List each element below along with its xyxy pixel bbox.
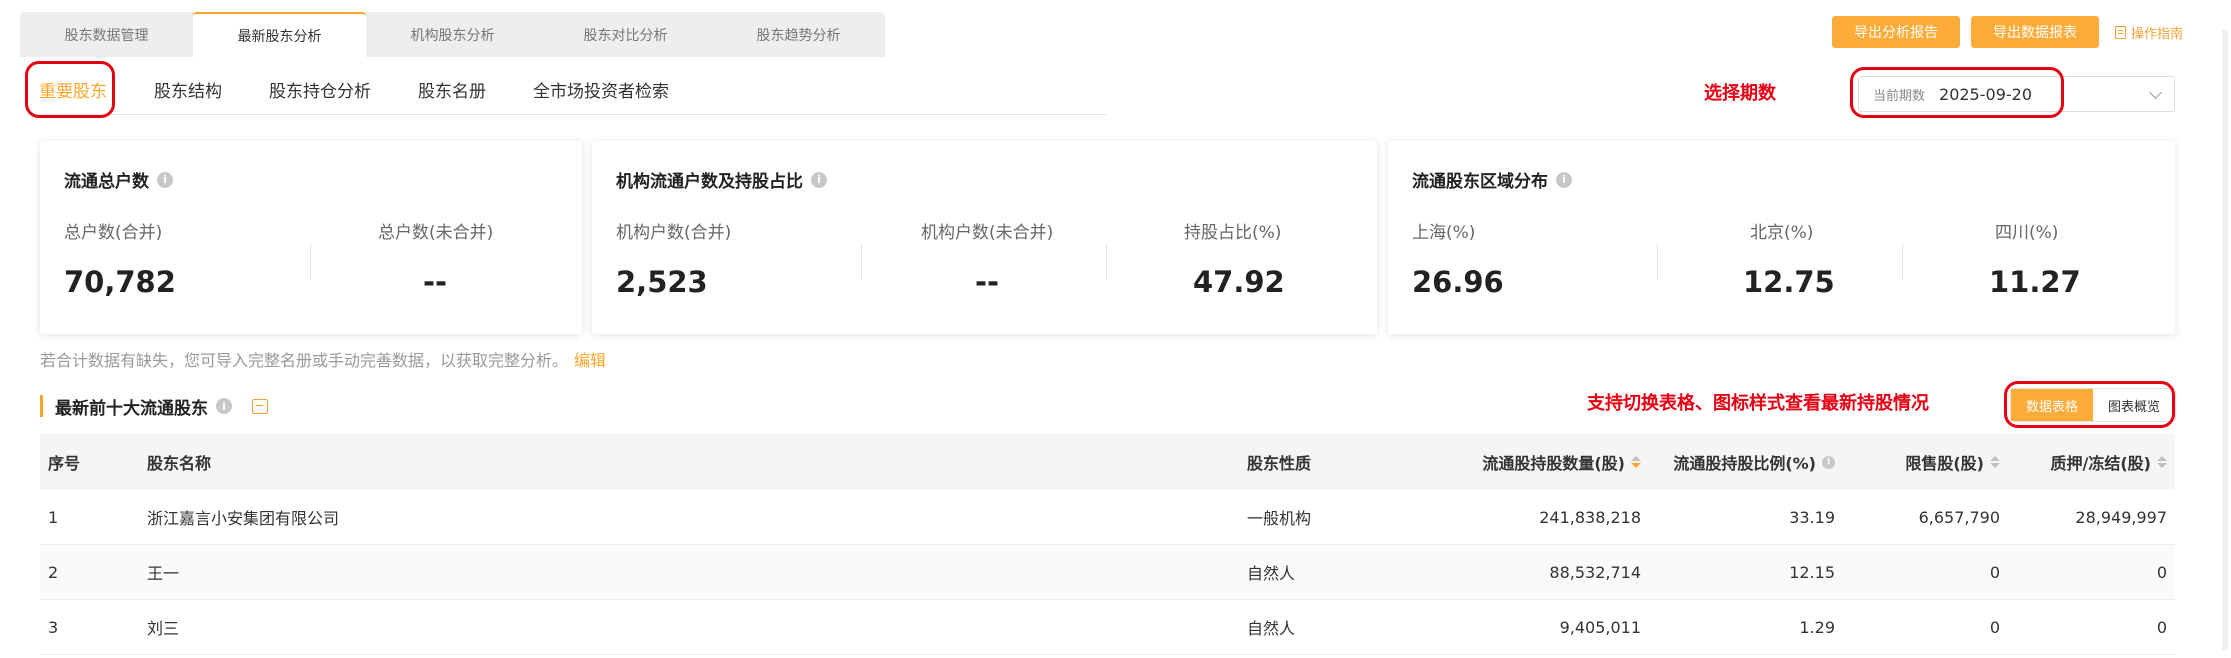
cell-ratio: 12.15 (1789, 562, 1835, 582)
cell-pledged: 0 (2156, 562, 2167, 582)
cell-restricted: 0 (1989, 617, 2000, 637)
table-row[interactable]: 3 刘三 自然人 9,405,011 1.29 0 0 (40, 600, 2175, 655)
cell-type: 一般机构 (1247, 509, 1312, 528)
cell-index: 3 (48, 617, 59, 637)
metric-label: 机构户数(合并) (616, 223, 732, 243)
cell-ratio: 33.19 (1789, 507, 1835, 527)
subtab-shareholder-structure[interactable]: 股东结构 (154, 77, 222, 102)
export-icon[interactable] (252, 398, 268, 414)
tab-latest-shareholder-analysis[interactable]: 最新股东分析 (193, 12, 366, 57)
metric-label: 总户数(未合并) (378, 223, 494, 243)
subtab-market-investor-search[interactable]: 全市场投资者检索 (533, 77, 669, 102)
sort-icon[interactable] (2157, 456, 2167, 468)
card-title: 机构流通户数及持股占比 i (616, 167, 827, 192)
cell-name: 王一 (147, 564, 180, 583)
info-icon[interactable]: i (216, 398, 232, 414)
tab-shareholder-trend-analysis[interactable]: 股东趋势分析 (712, 12, 885, 57)
metric-label: 机构户数(未合并) (921, 223, 1054, 243)
document-icon (2115, 25, 2126, 39)
tab-shareholder-comparison-analysis[interactable]: 股东对比分析 (539, 12, 712, 57)
cell-shares: 241,838,218 (1539, 507, 1641, 527)
col-header-name: 股东名称 (147, 454, 212, 473)
info-icon[interactable]: i (1556, 171, 1572, 188)
cell-name: 刘三 (147, 619, 180, 638)
table-header: 序号 股东名称 股东性质 流通股持股数量(股) 流通股持股比例(%) i 限售股… (40, 434, 2175, 490)
cell-restricted: 6,657,790 (1918, 507, 2000, 527)
guide-label: 操作指南 (2131, 26, 2184, 42)
subtab-shareholder-register[interactable]: 股东名册 (418, 77, 486, 102)
subtab-holding-analysis[interactable]: 股东持仓分析 (269, 77, 371, 102)
cell-pledged: 0 (2156, 617, 2167, 637)
info-icon[interactable]: i (1822, 455, 1835, 469)
table-row[interactable]: 1 浙江嘉言小安集团有限公司 一般机构 241,838,218 33.19 6,… (40, 490, 2175, 545)
card-institution-holders: 机构流通户数及持股占比 i 机构户数(合并) 2,523 机构户数(未合并) -… (592, 141, 1377, 334)
highlight-key-shareholders (25, 61, 115, 118)
col-header-shares[interactable]: 流通股持股数量(股) (1401, 450, 1649, 474)
data-completeness-note: 若合计数据有缺失，您可导入完整名册或手动完善数据，以获取完整分析。 编辑 (40, 351, 607, 370)
col-header-index: 序号 (48, 454, 81, 473)
metric-label: 上海(%) (1412, 223, 1476, 243)
cell-pledged: 28,949,997 (2075, 507, 2167, 527)
metric-value: 11.27 (1989, 265, 2081, 299)
cell-type: 自然人 (1247, 564, 1296, 583)
divider (1902, 244, 1903, 280)
card-total-holders: 流通总户数 i 总户数(合并) 70,782 总户数(未合并) -- (40, 141, 582, 334)
cell-index: 1 (48, 507, 59, 527)
metric-label: 四川(%) (1995, 223, 2059, 243)
export-table-button[interactable]: 导出数据报表 (1971, 16, 2099, 48)
scrollbar[interactable] (2222, 30, 2228, 650)
table-row[interactable]: 2 王一 自然人 88,532,714 12.15 0 0 (40, 545, 2175, 600)
guide-link[interactable]: 操作指南 (2115, 16, 2183, 48)
sub-tab-bar: 重要股东 股东结构 股东持仓分析 股东名册 全市场投资者检索 (25, 65, 1107, 115)
cell-restricted: 0 (1989, 562, 2000, 582)
annotation-switch-view: 支持切换表格、图标样式查看最新持股情况 (1587, 393, 1929, 414)
metric-label: 总户数(合并) (64, 223, 163, 243)
metric-value: 12.75 (1743, 265, 1835, 299)
metric-label: 北京(%) (1750, 223, 1814, 243)
metric-value: 2,523 (616, 265, 708, 299)
col-header-type: 股东性质 (1247, 454, 1312, 473)
info-icon[interactable]: i (157, 171, 173, 188)
cell-ratio: 1.29 (1799, 617, 1835, 637)
info-icon[interactable]: i (811, 171, 827, 188)
card-region-distribution: 流通股东区域分布 i 上海(%) 26.96 北京(%) 12.75 四川(%)… (1388, 141, 2175, 334)
divider (861, 244, 862, 280)
col-header-restricted[interactable]: 限售股(股) (1843, 450, 2008, 474)
cell-index: 2 (48, 562, 59, 582)
metric-value: 70,782 (64, 265, 176, 299)
metric-value: 26.96 (1412, 265, 1504, 299)
col-header-ratio: 流通股持股比例(%) i (1649, 450, 1843, 474)
metric-value: -- (423, 265, 448, 299)
tab-shareholder-data-management[interactable]: 股东数据管理 (20, 12, 193, 57)
highlight-period-select (1850, 67, 2064, 118)
chevron-down-icon (2149, 86, 2162, 99)
highlight-view-toggle (2004, 381, 2175, 428)
annotation-select-period: 选择期数 (1704, 83, 1776, 104)
cell-type: 自然人 (1247, 619, 1296, 638)
metric-label: 持股占比(%) (1184, 223, 1282, 243)
top-shareholders-table: 序号 股东名称 股东性质 流通股持股数量(股) 流通股持股比例(%) i 限售股… (40, 434, 2175, 655)
cell-shares: 88,532,714 (1549, 562, 1641, 582)
edit-link[interactable]: 编辑 (574, 351, 606, 370)
divider (1657, 244, 1658, 280)
sort-icon[interactable] (1631, 456, 1641, 468)
card-title: 流通股东区域分布 i (1412, 167, 1572, 192)
section-title: 最新前十大流通股东 i (40, 395, 268, 419)
col-header-pledged[interactable]: 质押/冻结(股) (2008, 450, 2175, 474)
top-tab-bar: 股东数据管理 最新股东分析 机构股东分析 股东对比分析 股东趋势分析 (20, 12, 885, 57)
metric-value: -- (975, 265, 1000, 299)
cell-name: 浙江嘉言小安集团有限公司 (147, 509, 340, 528)
cell-shares: 9,405,011 (1559, 617, 1641, 637)
sort-icon[interactable] (1990, 456, 2000, 468)
card-title: 流通总户数 i (64, 167, 173, 192)
tab-institutional-shareholder-analysis[interactable]: 机构股东分析 (366, 12, 539, 57)
divider (1106, 244, 1107, 280)
divider (310, 244, 311, 280)
export-report-button[interactable]: 导出分析报告 (1832, 16, 1960, 48)
metric-value: 47.92 (1193, 265, 1285, 299)
